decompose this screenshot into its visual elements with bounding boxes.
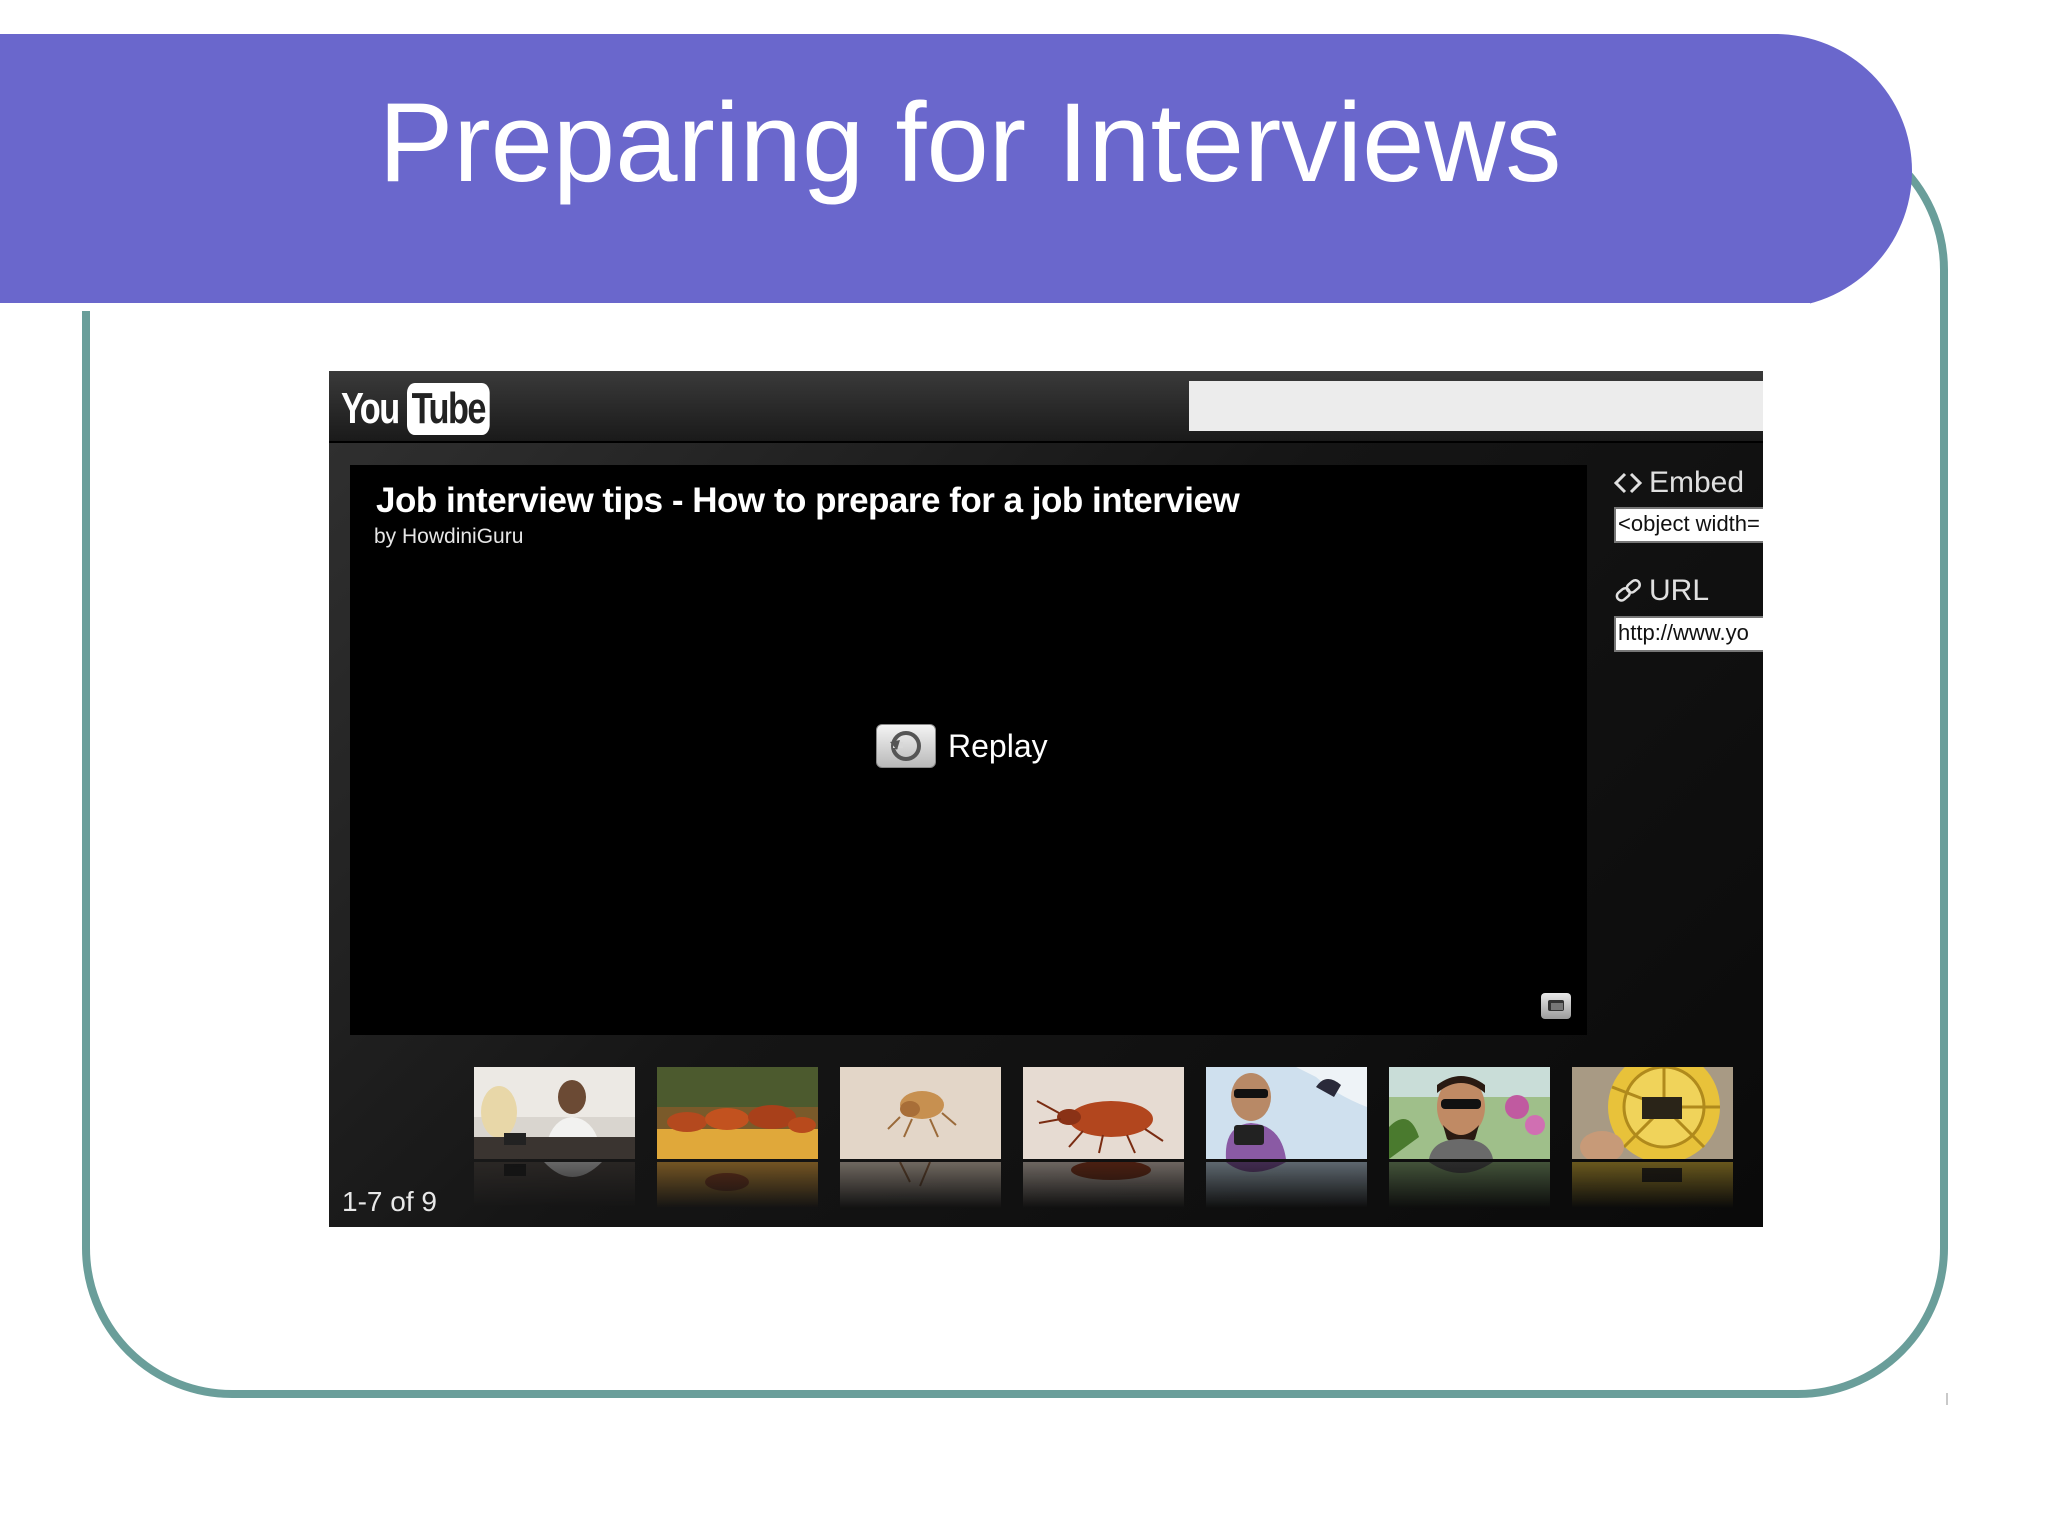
thumbnail-reflection-7 (1572, 1162, 1733, 1208)
slide-title: Preparing for Interviews (378, 80, 1562, 205)
logo-tube-text: Tube (406, 383, 490, 435)
related-videos-strip (474, 1067, 1763, 1208)
results-count: 1-7 of 9 (342, 1186, 437, 1217)
video-title[interactable]: Job interview tips - How to prepare for … (376, 481, 1240, 521)
logo-you-text: You (341, 384, 400, 433)
embed-code-field[interactable]: <object width= (1614, 507, 1763, 543)
interview-thumbnail-icon (474, 1067, 635, 1159)
video-author[interactable]: by HowdiniGuru (374, 525, 523, 549)
url-field[interactable]: http://www.yo (1614, 616, 1763, 652)
replay-label[interactable]: Replay (948, 728, 1048, 765)
yellow-wheel-thumbnail-icon (1572, 1067, 1733, 1159)
link-icon (1615, 579, 1641, 602)
related-video-thumbnail-6[interactable] (1389, 1067, 1550, 1159)
thumbnail-reflection-1 (474, 1162, 635, 1208)
related-video-thumbnail-2[interactable] (657, 1067, 818, 1159)
title-underline (0, 303, 1810, 311)
thumbnail-reflection-6 (1389, 1162, 1550, 1208)
bug-thumbnail-icon (840, 1067, 1001, 1159)
divider-mark (1946, 1393, 1948, 1405)
captions-icon[interactable] (1541, 993, 1571, 1019)
related-video-thumbnail-1[interactable] (474, 1067, 635, 1159)
related-video-thumbnail-5[interactable] (1206, 1067, 1367, 1159)
thumbnail-reflection-2 (657, 1162, 818, 1208)
related-video-thumbnail-7[interactable] (1572, 1067, 1733, 1159)
thumbnail-reflection-3 (840, 1161, 1001, 1208)
youtube-logo[interactable]: You Tube (341, 383, 513, 435)
thumbnail-reflection-4 (1023, 1160, 1184, 1208)
bedbug-thumbnail-icon (1023, 1067, 1184, 1159)
url-label-text: URL (1649, 574, 1710, 607)
related-video-thumbnail-4[interactable] (1023, 1067, 1184, 1159)
url-label: URL (1613, 574, 1709, 608)
embed-label-text: Embed (1649, 466, 1745, 499)
player-header: You Tube (329, 371, 1763, 443)
search-input[interactable] (1189, 381, 1763, 431)
video-screen[interactable]: Job interview tips - How to prepare for … (350, 465, 1587, 1035)
embedded-video-player: You Tube Job interview tips - How to pre… (329, 371, 1763, 1227)
replay-button[interactable]: Replay (876, 724, 1048, 768)
replay-icon[interactable] (876, 724, 936, 768)
insects-thumbnail-icon (657, 1067, 818, 1159)
thumbnail-reflection-5 (1206, 1162, 1367, 1208)
embed-label: Embed (1613, 466, 1744, 500)
embed-code-icon (1613, 472, 1643, 494)
smiling-man-thumbnail-icon (1389, 1067, 1550, 1159)
man-with-camera-thumbnail-icon (1206, 1067, 1367, 1159)
related-video-thumbnail-3[interactable] (840, 1067, 1001, 1159)
